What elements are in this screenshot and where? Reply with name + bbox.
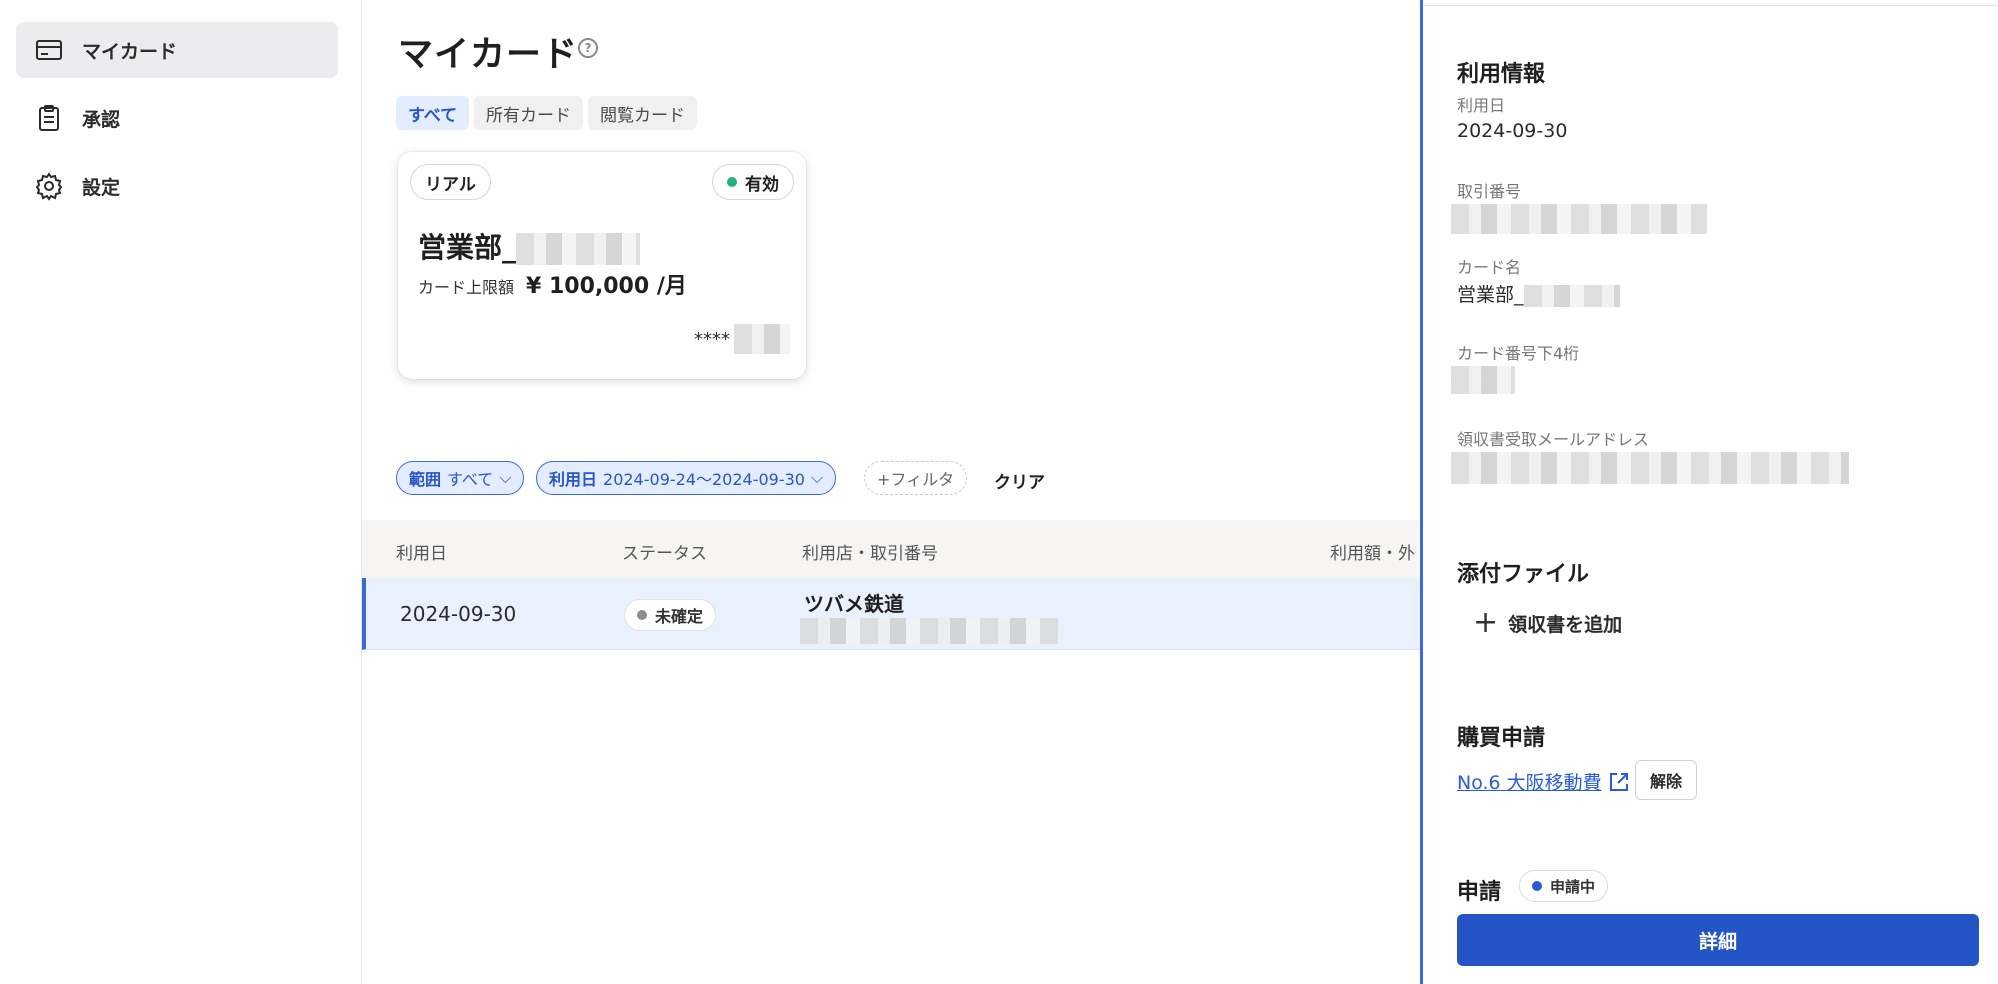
gear-icon — [35, 172, 63, 201]
sidebar-item-label: 設定 — [82, 176, 121, 199]
usage-date-value: 2024-09-30 — [1457, 120, 1568, 142]
redacted-block — [1451, 366, 1515, 394]
external-link-icon — [1609, 772, 1628, 791]
help-icon[interactable]: ? — [578, 38, 598, 58]
filter-value: 2024-09-24〜2024-09-30 — [603, 470, 805, 489]
clipboard-icon — [39, 105, 59, 131]
status-dot-icon — [727, 177, 737, 187]
card-name-prefix: 営業部_ — [1457, 284, 1524, 306]
credit-card-icon — [36, 40, 62, 60]
apply-status-label: 申請中 — [1550, 877, 1596, 896]
card-name-label: カード名 — [1457, 258, 1522, 277]
filter-key: 利用日 — [549, 470, 598, 489]
card-type-badge: リアル — [410, 164, 491, 200]
transaction-number-label: 取引番号 — [1457, 182, 1522, 201]
scope-filter-chip[interactable]: 範囲 すべて ⌵ — [396, 461, 525, 495]
sidebar-item-label: 承認 — [82, 108, 121, 131]
table-header: 利用日 ステータス 利用店・取引番号 利用額・外 — [362, 520, 1422, 578]
sidebar-item-label: マイカード — [82, 40, 178, 63]
add-receipt-button[interactable]: + 領収書を追加 — [1473, 608, 1622, 638]
sidebar-item-settings[interactable]: 設定 — [16, 158, 338, 214]
detail-panel: 利用情報 利用日 2024-09-30 取引番号 カード名 営業部_ カード番号… — [1420, 0, 1998, 984]
unlink-button[interactable]: 解除 — [1635, 760, 1698, 800]
column-header[interactable]: ステータス — [622, 539, 707, 564]
purchase-request-link[interactable]: No.6 大阪移動費 — [1457, 768, 1630, 795]
sidebar: マイカード 承認 設定 — [0, 0, 362, 984]
chevron-down-icon: ⌵ — [811, 468, 824, 487]
card-status-label: 有効 — [745, 174, 779, 195]
table-row[interactable]: 2024-09-30 未確定 ツバメ鉄道 — [362, 578, 1422, 650]
card-name-prefix: 営業部_ — [418, 231, 517, 264]
redacted-block — [1451, 204, 1707, 234]
column-header[interactable]: 利用額・外 — [1330, 539, 1415, 564]
clear-filters-button[interactable]: クリア — [994, 468, 1045, 493]
receipt-email-label: 領収書受取メールアドレス — [1457, 430, 1650, 449]
card-last4-label: カード番号下4桁 — [1457, 344, 1580, 363]
main-content: マイカード ? すべて 所有カード 閲覧カード リアル 有効 営業部_ カード上… — [362, 0, 1422, 984]
detail-button[interactable]: 詳細 — [1457, 914, 1979, 966]
card-tile[interactable]: リアル 有効 営業部_ カード上限額 ¥ 100,000 /月 **** — [398, 152, 806, 379]
redacted-block — [800, 618, 1058, 644]
redacted-block — [516, 233, 641, 265]
purchase-link-label: No.6 大阪移動費 — [1457, 772, 1602, 794]
tab-owned-cards[interactable]: 所有カード — [474, 96, 583, 130]
sidebar-item-my-card[interactable]: マイカード — [16, 22, 338, 78]
redacted-block — [1523, 284, 1620, 307]
sidebar-item-approval[interactable]: 承認 — [16, 90, 338, 146]
tab-all[interactable]: すべて — [396, 96, 470, 130]
purchase-section-title: 購買申請 — [1457, 726, 1546, 751]
usage-section-title: 利用情報 — [1457, 62, 1546, 87]
card-masked-prefix: **** — [694, 328, 730, 350]
card-status-badge: 有効 — [712, 164, 794, 200]
filter-key: 範囲 — [409, 470, 442, 489]
panel-divider — [1423, 0, 1998, 6]
column-header[interactable]: 利用店・取引番号 — [802, 539, 938, 564]
card-name-value: 営業部_ — [1457, 280, 1620, 307]
row-status-label: 未確定 — [655, 607, 704, 626]
chevron-down-icon: ⌵ — [499, 468, 512, 487]
status-dot-icon — [1532, 881, 1542, 891]
usage-date-label: 利用日 — [1457, 96, 1506, 115]
apply-section-title: 申請 — [1457, 880, 1502, 905]
date-filter-chip[interactable]: 利用日 2024-09-24〜2024-09-30 ⌵ — [536, 461, 837, 495]
filter-value: すべて — [447, 470, 494, 489]
card-limit-value: ¥ 100,000 /月 — [526, 274, 687, 299]
redacted-block — [734, 324, 790, 354]
status-dot-icon — [637, 610, 647, 620]
redacted-block — [1451, 452, 1849, 484]
tab-viewable-cards[interactable]: 閲覧カード — [588, 96, 697, 130]
page-title: マイカード — [398, 35, 579, 75]
row-date: 2024-09-30 — [400, 602, 517, 626]
plus-icon: + — [1473, 605, 1499, 640]
row-shop-name: ツバメ鉄道 — [804, 592, 904, 616]
add-receipt-label: 領収書を追加 — [1508, 613, 1623, 636]
row-status-badge: 未確定 — [624, 599, 717, 631]
column-header[interactable]: 利用日 — [396, 539, 447, 564]
attachment-section-title: 添付ファイル — [1457, 562, 1590, 587]
card-limit-label: カード上限額 — [418, 278, 515, 297]
apply-status-badge: 申請中 — [1519, 870, 1609, 902]
add-filter-button[interactable]: +フィルタ — [864, 461, 968, 495]
card-name: 営業部_ — [418, 226, 641, 266]
card-masked-number: **** — [694, 324, 790, 354]
